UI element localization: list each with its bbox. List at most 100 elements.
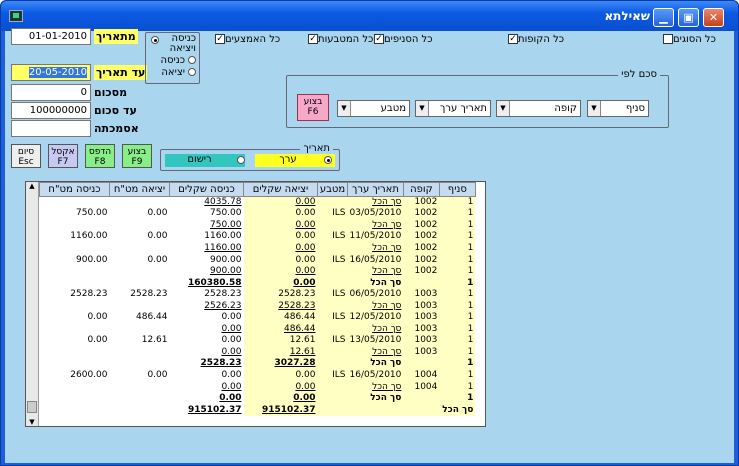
check-all-cashboxes[interactable]: כל הקופות✓	[505, 34, 564, 46]
table-row[interactable]: 2528.23 2528.23 2528.23 2528.23 ILS 06/05/201…	[40, 288, 476, 301]
table-row[interactable]: 2600.00 0.00 0.00 0.00 ILS 16/05/2010 1004 1	[40, 369, 476, 382]
table-cell: 1	[439, 242, 476, 255]
table-cell: 0.00	[147, 231, 168, 242]
check-all-means[interactable]: כל האמצעים✓	[212, 34, 280, 46]
scroll-up-icon[interactable]: ▲	[26, 182, 38, 194]
col-header[interactable]: קופה	[402, 182, 440, 197]
minimize-button[interactable]: ▁	[653, 8, 674, 27]
table-row[interactable]: 0.00 12.61 סך הכל 1003 1	[40, 346, 476, 359]
table-cell: 750.00	[76, 208, 108, 219]
check-all-currencies[interactable]: כל המטבעות✓	[305, 34, 373, 46]
table-row[interactable]: 1160.00 0.00 סך הכל 1002 1	[40, 242, 476, 255]
group-by-branch-select[interactable]: ▼ סניף	[587, 100, 649, 117]
table-cell	[110, 266, 170, 278]
table-cell: 0.00	[221, 323, 242, 334]
reference-input[interactable]	[11, 120, 91, 137]
table-cell: 12.61	[141, 335, 168, 346]
table-cell	[110, 393, 170, 405]
table-row[interactable]: 2528.23 3027.28 סך הכל 1	[40, 358, 476, 370]
table-cell: 1	[439, 265, 476, 278]
table-row[interactable]: 900.00 0.00 סך הכל 1002 1	[40, 265, 476, 278]
table-row[interactable]: 0.00 12.61 0.00 12.61 ILS 13/05/2010 1003 1	[40, 335, 476, 347]
table-cell: 12.61	[243, 335, 318, 347]
col-header[interactable]: כניסה שקלים	[169, 182, 244, 197]
to-amount-input[interactable]: 100000000	[11, 102, 91, 119]
table-cell: 1002	[403, 231, 440, 243]
execute-f6-button[interactable]: בצוע F6	[297, 94, 329, 121]
close-button[interactable]: ✕	[703, 8, 724, 27]
table-cell	[110, 404, 170, 416]
table-cell: 1003	[403, 288, 440, 301]
table-row[interactable]: 0.00 486.44 סך הכל 1003 1	[40, 323, 476, 336]
chevron-down-icon: ▼	[497, 101, 510, 116]
table-cell: ILS	[317, 231, 348, 243]
table-cell: 1002	[403, 208, 440, 220]
table-cell: 0.00	[221, 346, 242, 357]
group-by-date-select[interactable]: ▼ תאריך ערך	[415, 100, 491, 117]
col-header[interactable]: סניף	[438, 182, 476, 197]
table-cell: 486.44	[136, 312, 168, 323]
table-row[interactable]: 750.00 0.00 750.00 0.00 ILS 03/05/2010 1002 1	[40, 208, 476, 220]
group-by-currency-select[interactable]: ▼ מטבע	[337, 100, 410, 117]
table-cell: 13/05/2010	[347, 335, 404, 347]
table-row[interactable]: 0.00 0.00 סך הכל 1	[40, 392, 476, 405]
from-date-label: מתאריך	[94, 29, 138, 44]
table-cell: סך הכל	[439, 404, 476, 416]
table-cell: 16/05/2010	[347, 254, 404, 266]
vertical-scrollbar[interactable]: ▲ ▼	[26, 182, 39, 426]
to-date-input[interactable]: 20-05-2010	[11, 64, 91, 81]
col-header[interactable]: יציאה מט"ח	[109, 182, 170, 197]
table-cell: 1	[439, 254, 476, 266]
table-cell: 1003	[403, 346, 440, 359]
col-header[interactable]: כניסה מט"ח	[39, 182, 110, 197]
table-cell	[110, 324, 170, 336]
col-header[interactable]: יציאה שקלים	[243, 182, 318, 197]
to-date-value: 20-05-2010	[28, 67, 87, 78]
table-cell: 160380.58	[187, 277, 242, 288]
table-cell	[40, 300, 110, 312]
table-row[interactable]: 160380.58 0.00 סך הכל 1	[40, 277, 476, 289]
table-cell	[110, 381, 170, 393]
chevron-down-icon: ▼	[338, 101, 351, 116]
table-row[interactable]: 4035.78 0.00 סך הכל 1002 1	[40, 196, 476, 209]
col-header[interactable]: מטבע	[317, 182, 348, 197]
col-header[interactable]: תאריך ערך	[347, 182, 404, 197]
table-row[interactable]: 1160.00 0.00 1160.00 0.00 ILS 11/05/2010 1002 1	[40, 231, 476, 243]
to-date-label: עד תאריך	[94, 65, 148, 80]
excel-f7-button[interactable]: אקסל F7	[48, 144, 78, 168]
table-cell	[110, 347, 170, 359]
table-cell: 1002	[403, 242, 440, 255]
group-by-cashbox-select[interactable]: ▼ קופה	[496, 100, 581, 117]
exit-button[interactable]: סיום Esc	[11, 144, 41, 168]
table-cell	[40, 277, 110, 289]
table-cell	[110, 358, 170, 370]
maximize-button[interactable]: ▣	[678, 8, 699, 27]
execute-f9-button[interactable]: בצוע F9	[122, 144, 152, 168]
direction-option-both[interactable]: כניסה ויציאה	[148, 34, 196, 54]
table-row[interactable]: 0.00 0.00 סך הכל 1004 1	[40, 381, 476, 393]
check-all-branches[interactable]: כל הסניפים✓	[371, 34, 433, 46]
table-row[interactable]: 0.00 486.44 0.00 486.44 ILS 12/05/2010 1003 1	[40, 311, 476, 324]
table-cell	[40, 358, 110, 370]
direction-option-out[interactable]: יציאה	[161, 67, 196, 79]
print-f8-button[interactable]: הדפס F8	[85, 144, 115, 168]
direction-option-in[interactable]: כניסה	[160, 55, 196, 67]
table-cell: סך הכל	[347, 346, 404, 359]
scroll-thumb[interactable]	[27, 401, 37, 413]
table-cell: 1002	[403, 219, 440, 232]
from-amount-input[interactable]: 0	[11, 84, 91, 101]
table-row[interactable]: 750.00 0.00 סך הכל 1002 1	[40, 219, 476, 232]
table-row[interactable]: 915102.37 915102.37 סך הכל	[40, 404, 476, 416]
table-row[interactable]: 900.00 0.00 900.00 0.00 ILS 16/05/2010 1002 1	[40, 254, 476, 266]
date-type-record-option[interactable]: רישום	[165, 154, 245, 167]
scroll-down-icon[interactable]: ▼	[26, 418, 38, 426]
table-cell: 2528.23	[243, 300, 318, 312]
check-all-types[interactable]: כל הסוגים	[660, 34, 716, 46]
table-row[interactable]: 2526.23 2528.23 סך הכל 1003 1	[40, 300, 476, 312]
table-cell	[110, 220, 170, 232]
table-cell	[317, 219, 348, 232]
date-type-value-option[interactable]: ערך	[255, 154, 335, 167]
from-date-input[interactable]: 01-01-2010	[11, 28, 91, 45]
table-cell: 900.00	[210, 266, 242, 277]
table-cell	[317, 358, 348, 370]
